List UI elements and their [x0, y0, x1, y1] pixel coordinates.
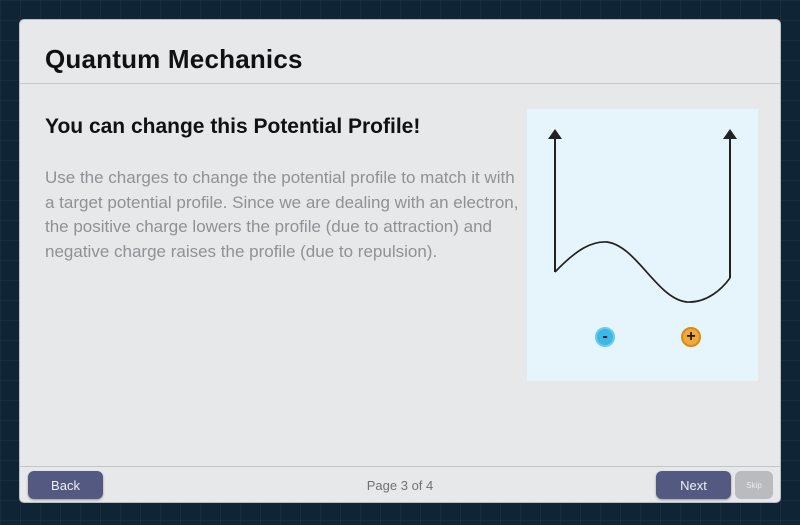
positive-charge[interactable]: + — [681, 327, 701, 347]
dialog-title: Quantum Mechanics — [45, 44, 303, 74]
positive-charge-symbol: + — [686, 328, 696, 345]
left-arrow-head — [548, 129, 562, 139]
potential-profile-illustration: - + — [527, 109, 758, 381]
negative-charge-symbol: - — [602, 328, 608, 345]
dialog-header: Quantum Mechanics — [20, 20, 780, 84]
tutorial-dialog: Quantum Mechanics You can change this Po… — [19, 19, 781, 503]
content-body: Use the charges to change the potential … — [45, 168, 519, 261]
next-button[interactable]: Next — [656, 471, 731, 499]
back-button[interactable]: Back — [28, 471, 103, 499]
negative-charge[interactable]: - — [595, 327, 615, 347]
potential-profile-curve — [554, 241, 731, 303]
dialog-footer: Back Page 3 of 4 Next Skip — [20, 466, 780, 502]
right-arrow-head — [723, 129, 737, 139]
skip-button[interactable]: Skip — [735, 471, 773, 499]
potential-profile-graph — [548, 129, 737, 303]
content-title: You can change this Potential Profile! — [45, 115, 421, 138]
